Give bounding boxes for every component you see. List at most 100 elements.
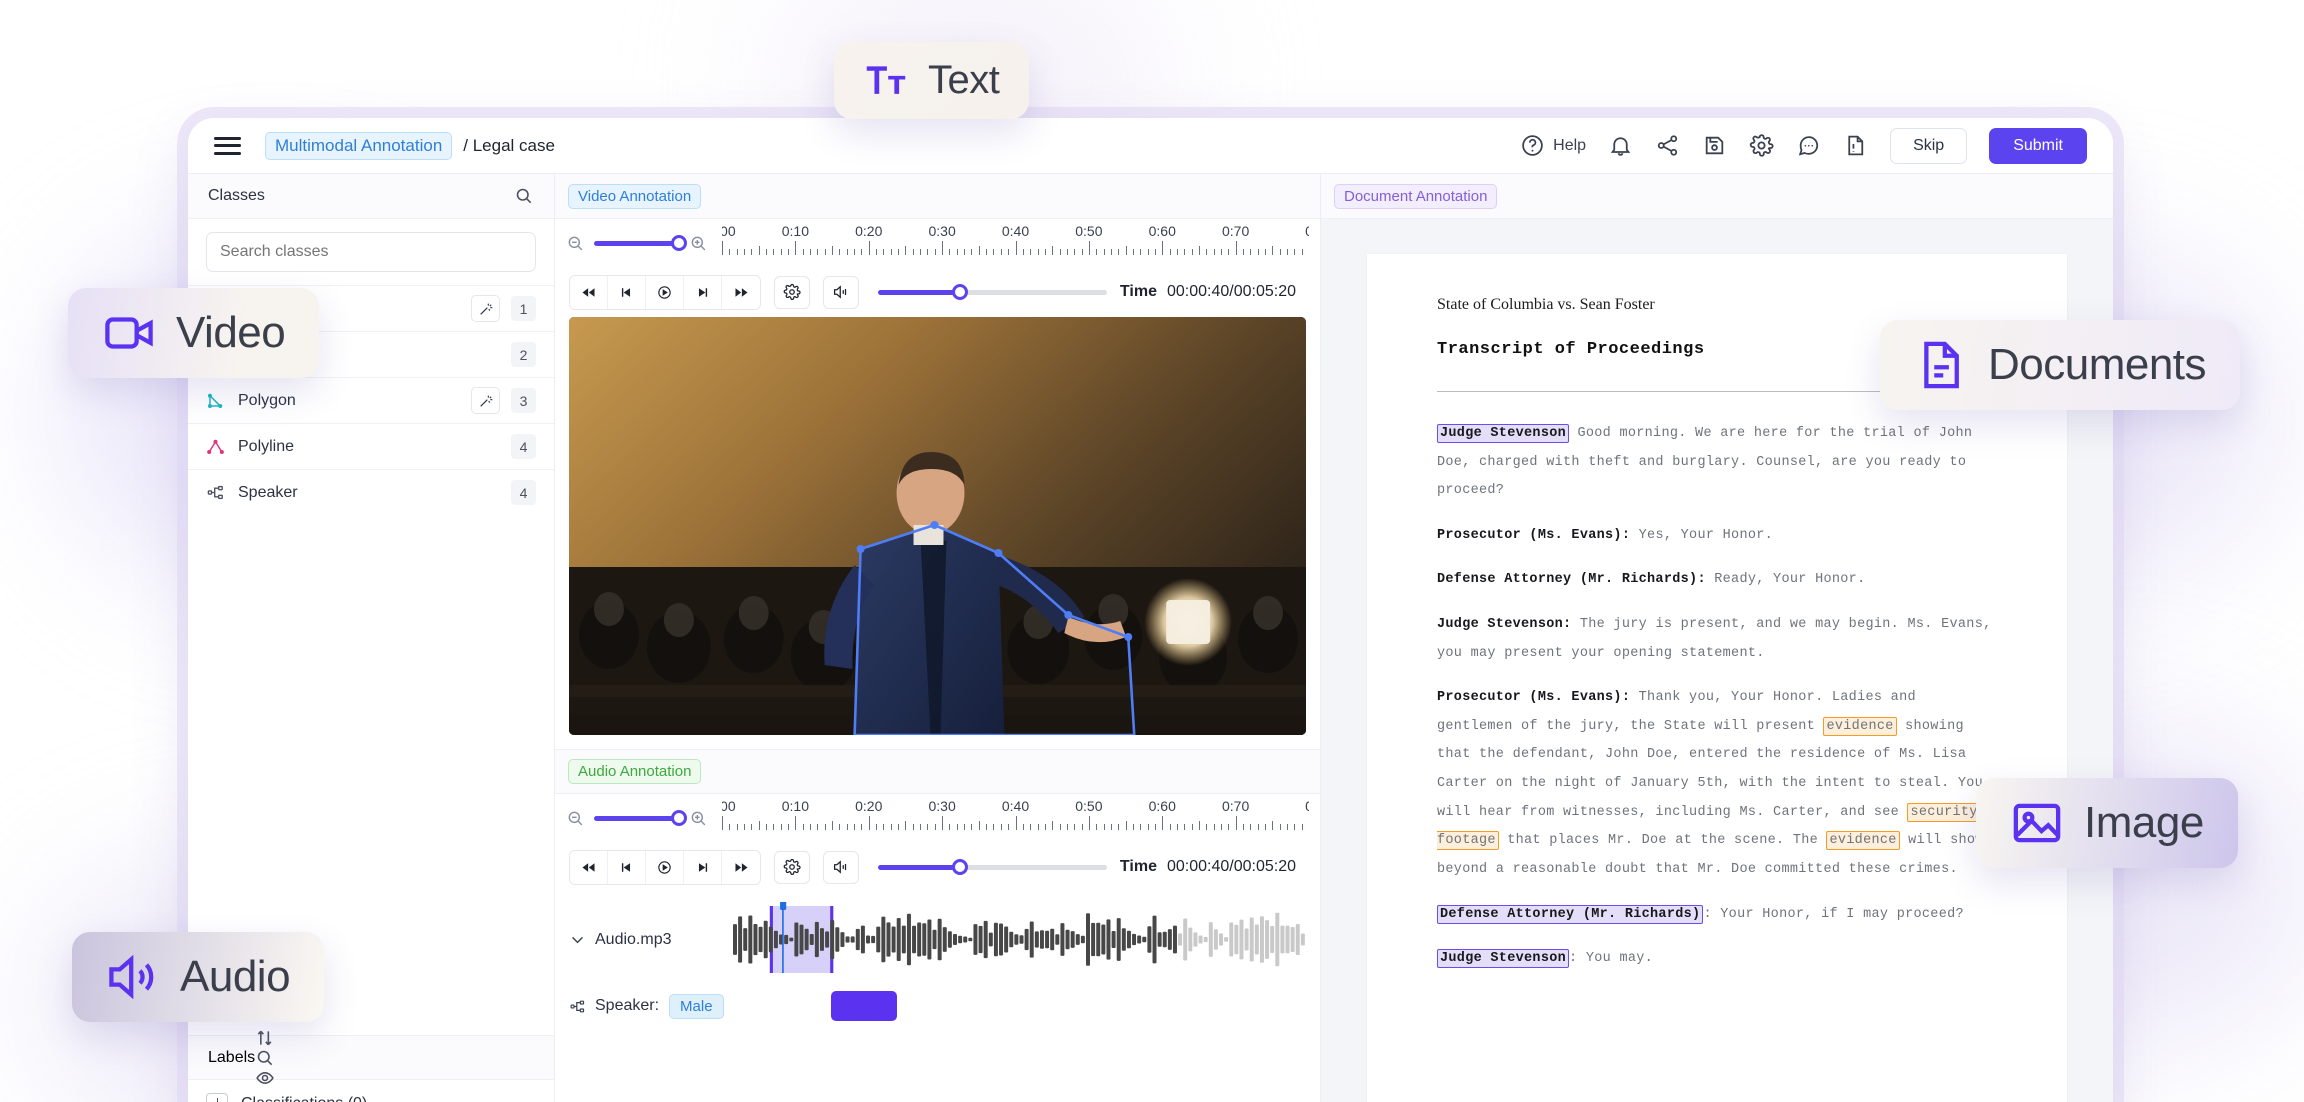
play-circle-icon <box>658 285 671 299</box>
comment-icon[interactable] <box>1796 133 1821 158</box>
speaker-annotation-row: Speaker: Male <box>555 977 1320 1035</box>
speaker-segment-track[interactable] <box>738 989 1306 1023</box>
ruler-tick-label: 0 <box>1305 798 1309 814</box>
tab-audio-annotation[interactable]: Audio Annotation <box>568 759 702 784</box>
ruler-tick-label: 0:20 <box>855 798 883 814</box>
video-mute-button[interactable] <box>823 275 859 309</box>
badge-documents: Documents <box>1880 320 2241 410</box>
transcript-speaker[interactable]: Judge Stevenson: <box>1437 617 1571 632</box>
prev-frame-button[interactable] <box>608 850 646 884</box>
zoom-out-icon[interactable] <box>566 234 585 253</box>
audio-time-value: 00:00:40/00:05:20 <box>1166 858 1296 875</box>
classes-title: Classes <box>208 187 265 204</box>
transcript-speaker[interactable]: Judge Stevenson <box>1437 949 1570 969</box>
speaker-segment[interactable] <box>831 991 897 1021</box>
top-bar-actions: Help Skip Submit <box>1520 127 2087 164</box>
chevron-down-icon[interactable] <box>569 931 586 948</box>
audio-settings-button[interactable] <box>774 850 810 884</box>
badge-audio: Audio <box>72 932 325 1022</box>
highlighted-entity[interactable]: evidence <box>1823 716 1897 736</box>
audio-volume-slider[interactable] <box>878 859 1107 875</box>
sort-icon[interactable] <box>255 1028 275 1048</box>
search-classes-input[interactable] <box>206 232 536 272</box>
class-row-polygon[interactable]: Polygon 3 <box>188 377 554 423</box>
help-button[interactable]: Help <box>1520 133 1586 158</box>
video-volume-slider[interactable] <box>878 284 1107 300</box>
video-timeline-ruler[interactable]: 0:00 0:10 0:20 0:30 0:40 0:50 0:60 0:70 0 <box>722 223 1309 263</box>
next-frame-button[interactable] <box>684 275 722 309</box>
document-annotation-column: Document Annotation State of Columbia vs… <box>1321 174 2113 1102</box>
play-button[interactable] <box>646 275 684 309</box>
class-count: 4 <box>511 480 536 505</box>
fast-forward-icon <box>734 862 748 872</box>
video-preview[interactable] <box>569 317 1306 735</box>
classifications-row[interactable]: Classifications (0) <box>188 1080 554 1102</box>
ruler-tick-label: 0:70 <box>1222 798 1250 814</box>
text-format-icon <box>866 65 906 94</box>
audio-time-display: Time 00:00:40/00:05:20 <box>1120 858 1306 876</box>
video-camera-icon <box>105 317 153 349</box>
transcript-speaker[interactable]: Prosecutor (Ms. Evans): <box>1437 528 1630 543</box>
transcript-paragraph: Defense Attorney (Mr. Richards): Your Ho… <box>1437 901 1997 930</box>
highlighted-entity[interactable]: evidence <box>1826 831 1900 851</box>
slider-knob[interactable] <box>952 284 969 300</box>
fast-forward-button[interactable] <box>722 850 760 884</box>
class-count: 4 <box>511 434 536 459</box>
audio-mute-button[interactable] <box>823 850 859 884</box>
submit-button[interactable]: Submit <box>1989 127 2087 164</box>
class-row-polyline[interactable]: Polyline 4 <box>188 423 554 469</box>
transcript-speaker[interactable]: Defense Attorney (Mr. Richards) <box>1437 904 1704 924</box>
class-row-speaker[interactable]: Speaker 4 <box>188 469 554 515</box>
waveform[interactable] <box>733 898 1306 977</box>
rewind-button[interactable] <box>570 850 608 884</box>
zoom-in-icon[interactable] <box>689 809 708 828</box>
breadcrumb-item: / Legal case <box>463 135 555 155</box>
rewind-button[interactable] <box>570 275 608 309</box>
search-icon[interactable] <box>255 1048 275 1068</box>
ruler-tick-label: 0:30 <box>928 798 956 814</box>
bell-icon[interactable] <box>1608 133 1633 158</box>
video-zoom-slider[interactable] <box>594 235 687 251</box>
expand-plus-icon[interactable] <box>206 1093 228 1102</box>
audio-timeline-ruler[interactable]: 0:00 0:10 0:20 0:30 0:40 0:50 0:60 0:70 0 <box>722 798 1309 838</box>
tab-video-annotation[interactable]: Video Annotation <box>568 183 702 209</box>
magic-wand-icon <box>479 303 492 315</box>
next-frame-button[interactable] <box>684 850 722 884</box>
speaker-value-chip[interactable]: Male <box>669 993 724 1019</box>
video-time-label: Time <box>1119 283 1157 300</box>
fast-forward-button[interactable] <box>722 275 760 309</box>
transcript-speaker[interactable]: Defense Attorney (Mr. Richards): <box>1437 572 1706 587</box>
gear-icon <box>783 858 801 875</box>
prev-frame-button[interactable] <box>608 275 646 309</box>
transcript-paragraph: Judge Stevenson: You may. <box>1437 945 1997 974</box>
volume-fill <box>878 289 961 295</box>
hamburger-menu-icon[interactable] <box>214 136 241 155</box>
slider-knob[interactable] <box>671 810 687 826</box>
video-settings-button[interactable] <box>774 275 810 309</box>
breadcrumb-project[interactable]: Multimodal Annotation <box>265 131 453 160</box>
slider-knob[interactable] <box>671 235 687 251</box>
save-icon[interactable] <box>1702 133 1727 158</box>
volume-fill <box>878 864 961 870</box>
search-icon[interactable] <box>514 186 534 206</box>
slider-knob[interactable] <box>952 859 969 875</box>
share-icon[interactable] <box>1655 133 1680 158</box>
tab-document-annotation[interactable]: Document Annotation <box>1334 183 1498 209</box>
magic-wand-button[interactable] <box>471 387 500 414</box>
badge-image: Image <box>1976 778 2238 868</box>
transcript-paragraph: Prosecutor (Ms. Evans): Thank you, Your … <box>1437 690 1984 877</box>
ruler-tick-label: 0:30 <box>928 223 956 239</box>
issue-document-icon[interactable] <box>1843 133 1868 158</box>
audio-zoom-slider[interactable] <box>594 810 687 826</box>
zoom-in-icon[interactable] <box>689 234 708 253</box>
magic-wand-button[interactable] <box>471 295 500 322</box>
play-button[interactable] <box>646 850 684 884</box>
transcript-speaker[interactable]: Prosecutor (Ms. Evans): <box>1437 690 1630 705</box>
speaker-field-label: Speaker: <box>595 997 660 1014</box>
speaker-node-icon <box>570 1000 585 1012</box>
zoom-out-icon[interactable] <box>566 809 585 828</box>
gear-icon[interactable] <box>1749 133 1774 158</box>
skip-button[interactable]: Skip <box>1890 127 1968 164</box>
case-title: State of Columbia vs. Sean Foster <box>1437 296 1655 313</box>
transcript-speaker[interactable]: Judge Stevenson <box>1437 424 1570 443</box>
